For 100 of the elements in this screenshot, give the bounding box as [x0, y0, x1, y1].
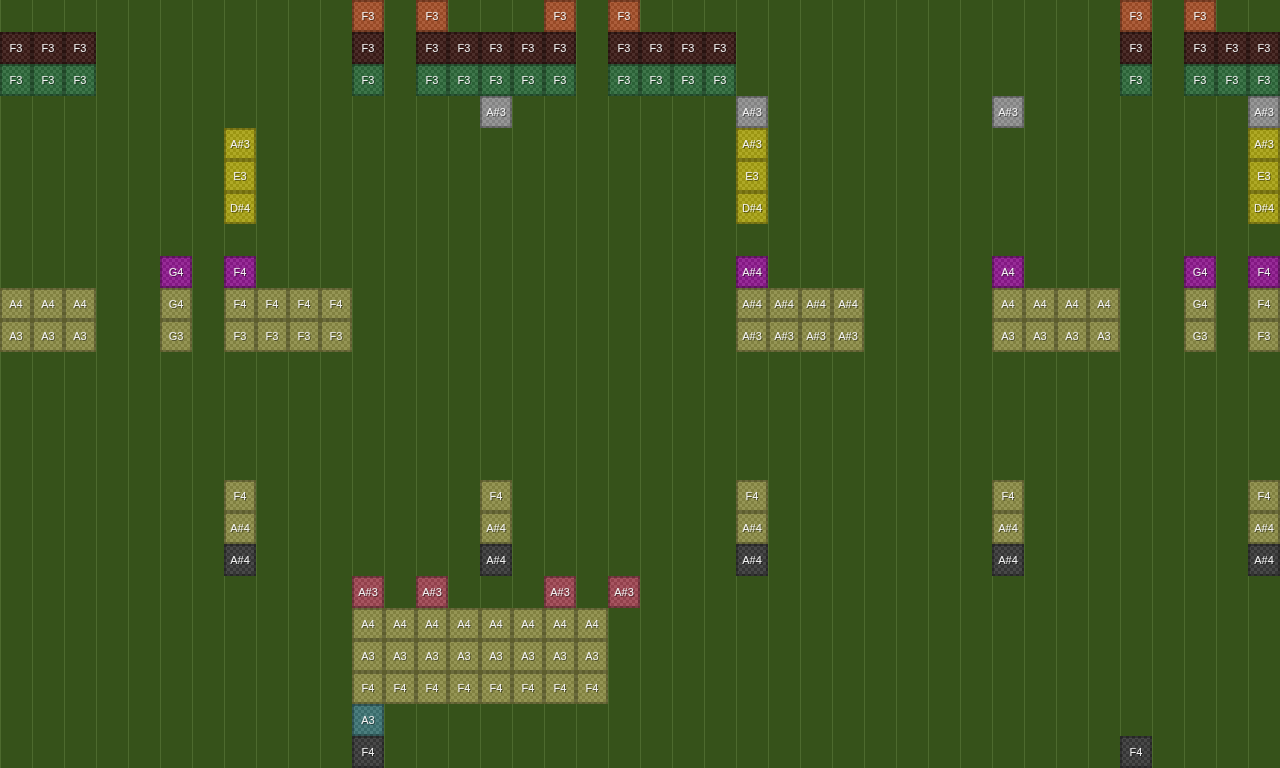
note-block[interactable]: F4: [736, 480, 768, 512]
note-block[interactable]: A3: [544, 640, 576, 672]
note-block[interactable]: A#3: [800, 320, 832, 352]
note-block[interactable]: F4: [480, 672, 512, 704]
note-block[interactable]: A#3: [352, 576, 384, 608]
note-block[interactable]: A#4: [1248, 512, 1280, 544]
note-block[interactable]: D#4: [224, 192, 256, 224]
note-block[interactable]: A3: [0, 320, 32, 352]
note-block[interactable]: A3: [384, 640, 416, 672]
note-block[interactable]: F4: [352, 736, 384, 768]
note-block[interactable]: F3: [1184, 32, 1216, 64]
note-block[interactable]: F3: [288, 320, 320, 352]
note-block[interactable]: A4: [992, 288, 1024, 320]
note-block[interactable]: F4: [288, 288, 320, 320]
note-block[interactable]: A3: [352, 704, 384, 736]
note-block[interactable]: F3: [512, 64, 544, 96]
note-block[interactable]: D#4: [1248, 192, 1280, 224]
note-block[interactable]: A#4: [736, 512, 768, 544]
note-block[interactable]: A#4: [992, 512, 1024, 544]
note-block[interactable]: A#4: [1248, 544, 1280, 576]
note-block[interactable]: E3: [224, 160, 256, 192]
note-block[interactable]: A4: [448, 608, 480, 640]
note-block[interactable]: F3: [608, 64, 640, 96]
note-block[interactable]: F4: [576, 672, 608, 704]
note-block[interactable]: F3: [0, 32, 32, 64]
note-block[interactable]: F3: [64, 32, 96, 64]
note-block[interactable]: F4: [320, 288, 352, 320]
note-block[interactable]: A#4: [224, 512, 256, 544]
note-block[interactable]: A3: [1024, 320, 1056, 352]
note-block[interactable]: F3: [0, 64, 32, 96]
note-block[interactable]: A3: [1056, 320, 1088, 352]
note-block[interactable]: G4: [160, 288, 192, 320]
note-block[interactable]: F3: [480, 32, 512, 64]
note-block[interactable]: F3: [640, 32, 672, 64]
note-block[interactable]: F4: [544, 672, 576, 704]
note-block[interactable]: F3: [416, 0, 448, 32]
note-block[interactable]: F4: [224, 288, 256, 320]
note-block[interactable]: A4: [1088, 288, 1120, 320]
note-block[interactable]: F3: [1216, 64, 1248, 96]
note-block[interactable]: A#4: [992, 544, 1024, 576]
note-block[interactable]: F3: [1184, 0, 1216, 32]
note-block[interactable]: G3: [1184, 320, 1216, 352]
note-block[interactable]: A3: [576, 640, 608, 672]
note-block[interactable]: F3: [1248, 32, 1280, 64]
note-block[interactable]: F4: [352, 672, 384, 704]
note-block[interactable]: A3: [32, 320, 64, 352]
note-block[interactable]: A#3: [416, 576, 448, 608]
note-block[interactable]: F3: [704, 32, 736, 64]
note-block[interactable]: A4: [32, 288, 64, 320]
note-block[interactable]: A#3: [1248, 96, 1280, 128]
note-block[interactable]: A#4: [832, 288, 864, 320]
note-block[interactable]: A#3: [768, 320, 800, 352]
note-block[interactable]: A4: [352, 608, 384, 640]
note-block[interactable]: A3: [1088, 320, 1120, 352]
note-block[interactable]: G4: [1184, 288, 1216, 320]
note-block[interactable]: F4: [224, 480, 256, 512]
note-block[interactable]: A3: [480, 640, 512, 672]
note-block[interactable]: F3: [544, 64, 576, 96]
note-block[interactable]: F3: [416, 32, 448, 64]
note-block[interactable]: F3: [448, 32, 480, 64]
note-block[interactable]: F3: [544, 0, 576, 32]
note-block[interactable]: A#3: [736, 320, 768, 352]
note-block[interactable]: A3: [992, 320, 1024, 352]
note-block[interactable]: F3: [672, 64, 704, 96]
note-block[interactable]: F3: [352, 0, 384, 32]
note-block[interactable]: F3: [1248, 64, 1280, 96]
note-block[interactable]: A3: [512, 640, 544, 672]
note-block[interactable]: F4: [480, 480, 512, 512]
note-block[interactable]: A4: [0, 288, 32, 320]
note-block[interactable]: F3: [544, 32, 576, 64]
note-block[interactable]: A#4: [224, 544, 256, 576]
note-block[interactable]: A#3: [480, 96, 512, 128]
note-block[interactable]: G4: [160, 256, 192, 288]
note-block[interactable]: F4: [1248, 288, 1280, 320]
note-block[interactable]: F3: [256, 320, 288, 352]
note-block[interactable]: G4: [1184, 256, 1216, 288]
note-block[interactable]: F4: [1120, 736, 1152, 768]
note-block[interactable]: F3: [1248, 320, 1280, 352]
note-block[interactable]: A#3: [544, 576, 576, 608]
note-block[interactable]: A#4: [736, 288, 768, 320]
note-block[interactable]: A4: [480, 608, 512, 640]
note-block[interactable]: F3: [1216, 32, 1248, 64]
note-block[interactable]: F4: [992, 480, 1024, 512]
note-block[interactable]: F4: [1248, 256, 1280, 288]
note-block[interactable]: A4: [512, 608, 544, 640]
note-block[interactable]: A#4: [736, 544, 768, 576]
note-block[interactable]: F3: [672, 32, 704, 64]
note-block[interactable]: A4: [992, 256, 1024, 288]
note-block[interactable]: F3: [704, 64, 736, 96]
note-block[interactable]: A#3: [608, 576, 640, 608]
note-block[interactable]: A3: [64, 320, 96, 352]
note-block[interactable]: A3: [416, 640, 448, 672]
note-block[interactable]: F3: [416, 64, 448, 96]
note-block[interactable]: F3: [480, 64, 512, 96]
note-block[interactable]: A#4: [480, 512, 512, 544]
note-block[interactable]: F3: [1120, 0, 1152, 32]
note-block[interactable]: A3: [448, 640, 480, 672]
note-block[interactable]: A4: [384, 608, 416, 640]
note-block[interactable]: A4: [576, 608, 608, 640]
note-block[interactable]: F4: [256, 288, 288, 320]
